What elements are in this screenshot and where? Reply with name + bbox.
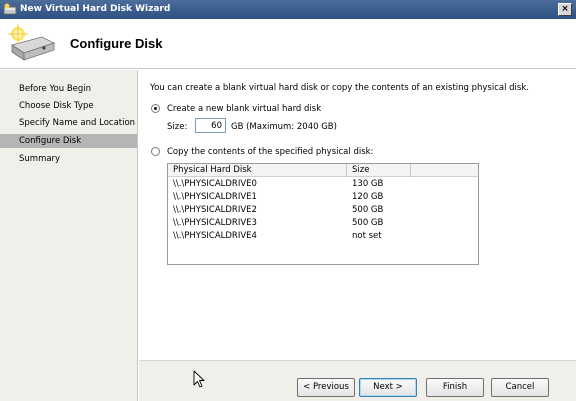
size-input[interactable]: [195, 118, 226, 133]
configure-disk-panel: You can create a blank virtual hard disk…: [139, 70, 576, 360]
size-max-text: GB (Maximum: 2040 GB): [231, 122, 337, 132]
wizard-icon: [3, 3, 17, 15]
table-row[interactable]: \\.\PHYSICALDRIVE1 120 GB: [168, 191, 478, 204]
nav-item-configure-disk[interactable]: Configure Disk: [0, 134, 137, 148]
create-new-disk-radio[interactable]: [151, 104, 160, 113]
nav-item-before-you-begin[interactable]: Before You Begin: [0, 82, 137, 96]
disk-name-cell: \\.\PHYSICALDRIVE4: [173, 231, 257, 241]
cancel-button[interactable]: Cancel: [491, 378, 549, 397]
column-header-size[interactable]: Size: [352, 165, 369, 175]
wizard-steps-nav: Before You Begin Choose Disk Type Specif…: [0, 70, 138, 401]
disk-name-cell: \\.\PHYSICALDRIVE3: [173, 218, 257, 228]
disk-size-cell: 500 GB: [352, 218, 384, 228]
finish-button[interactable]: Finish: [426, 378, 484, 397]
column-divider[interactable]: [410, 164, 411, 177]
hard-disk-sparkle-icon: [8, 24, 56, 61]
wizard-header: Configure Disk: [0, 19, 576, 69]
previous-button[interactable]: < Previous: [297, 378, 355, 397]
size-label: Size:: [167, 122, 188, 132]
disk-name-cell: \\.\PHYSICALDRIVE1: [173, 192, 257, 202]
intro-text: You can create a blank virtual hard disk…: [150, 83, 529, 93]
copy-physical-disk-label[interactable]: Copy the contents of the specified physi…: [167, 147, 373, 157]
disk-size-cell: 500 GB: [352, 205, 384, 215]
table-header: Physical Hard Disk Size: [168, 164, 478, 177]
column-header-physical-hard-disk[interactable]: Physical Hard Disk: [173, 165, 252, 175]
nav-item-specify-name-location[interactable]: Specify Name and Location: [0, 116, 137, 130]
next-button[interactable]: Next >: [359, 378, 417, 397]
window-title: New Virtual Hard Disk Wizard: [20, 4, 171, 14]
title-bar: New Virtual Hard Disk Wizard ×: [0, 0, 576, 19]
physical-disk-table[interactable]: Physical Hard Disk Size \\.\PHYSICALDRIV…: [167, 163, 479, 265]
disk-size-cell: 120 GB: [352, 192, 384, 202]
nav-item-choose-disk-type[interactable]: Choose Disk Type: [0, 99, 137, 113]
table-row[interactable]: \\.\PHYSICALDRIVE3 500 GB: [168, 217, 478, 230]
table-row[interactable]: \\.\PHYSICALDRIVE0 130 GB: [168, 178, 478, 191]
disk-name-cell: \\.\PHYSICALDRIVE0: [173, 179, 257, 189]
disk-size-cell: not set: [352, 231, 382, 241]
nav-item-summary[interactable]: Summary: [0, 152, 137, 166]
table-row[interactable]: \\.\PHYSICALDRIVE2 500 GB: [168, 204, 478, 217]
page-title: Configure Disk: [70, 36, 163, 51]
disk-name-cell: \\.\PHYSICALDRIVE2: [173, 205, 257, 215]
close-button[interactable]: ×: [558, 3, 572, 16]
copy-physical-disk-radio[interactable]: [151, 147, 160, 156]
mouse-cursor-icon: [193, 370, 205, 388]
create-new-disk-label[interactable]: Create a new blank virtual hard disk: [167, 104, 321, 114]
disk-size-cell: 130 GB: [352, 179, 384, 189]
table-row[interactable]: \\.\PHYSICALDRIVE4 not set: [168, 230, 478, 243]
column-divider[interactable]: [346, 164, 347, 177]
